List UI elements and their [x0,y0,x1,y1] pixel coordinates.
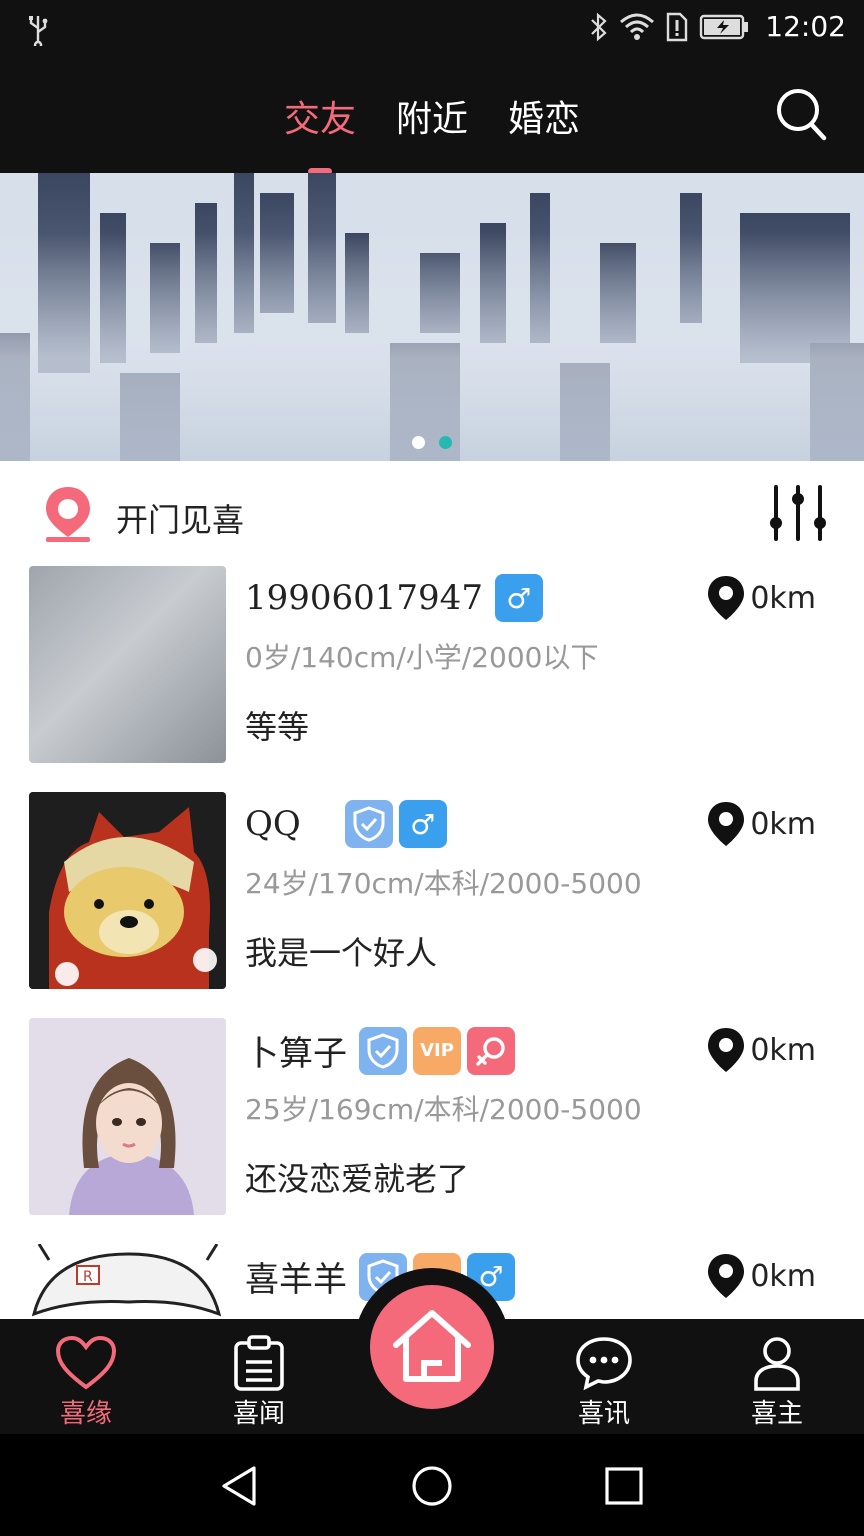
map-pin-icon [708,802,745,846]
nav-item-xixun[interactable]: 喜讯 [544,1319,664,1434]
user-bio: 还没恋爱就老了 [245,1160,470,1198]
heart-icon [55,1335,117,1390]
back-icon[interactable] [218,1464,262,1508]
distance: 0km [706,574,816,622]
carousel-indicator [0,436,864,449]
home-circle-icon[interactable] [410,1464,454,1508]
section-header: 开门见喜 [0,461,864,566]
battery-charging-icon [700,14,749,39]
bluetooth-icon [591,12,607,41]
distance: 0km [706,800,816,848]
distance-text: 0km [750,1032,816,1068]
user-card[interactable]: 19906017947 ♂ 0岁/140cm/小学/2000以下 等等 0km [0,566,864,792]
wifi-icon [620,13,655,40]
user-list: 19906017947 ♂ 0岁/140cm/小学/2000以下 等等 0km [0,566,864,1319]
home-icon [393,1310,471,1382]
girl-portrait-avatar [29,1018,226,1215]
distance-text: 0km [750,806,816,842]
male-icon: ♂ [494,574,543,622]
name-row: 卜算子 VIP [245,1026,515,1075]
location-pin-icon [46,487,90,542]
map-pin-icon [708,1254,745,1298]
user-card[interactable]: 卜算子 VIP 25岁/169cm/本科/2000-5000 还没恋爱就老了 0… [0,1018,864,1244]
verified-shield-icon [344,800,393,848]
nav-label: 喜主 [750,1399,803,1429]
clipboard-icon [234,1335,284,1391]
sim-alert-icon [667,12,688,41]
female-icon [467,1026,515,1075]
section-title: 开门见喜 [116,501,245,539]
sliders-icon[interactable] [768,483,828,543]
user-bio: 等等 [245,708,310,746]
user-bio: 我是一个好人 [245,934,438,972]
user-name: 卜算子 [245,1034,347,1074]
nav-label: 喜讯 [577,1399,630,1429]
user-name: 喜羊羊 [245,1260,347,1300]
user-name: QQ [245,804,301,844]
system-nav-bar [0,1434,864,1536]
banner-carousel[interactable] [0,173,864,461]
recents-icon[interactable] [602,1464,646,1508]
cartoon-cap-avatar: R [29,1244,226,1319]
map-pin-icon [708,1028,745,1072]
name-row: QQ ♂ [245,800,447,848]
top-nav: 交友 附近 婚恋 [0,60,864,175]
city-fog-image [0,173,864,461]
user-stats: 24岁/170cm/本科/2000-5000 [245,867,642,900]
nav-item-xiwen[interactable]: 喜闻 [199,1319,319,1434]
cartoon-dog-avatar [29,792,226,989]
clock: 12:02 [765,10,846,43]
user-stats: 0岁/140cm/小学/2000以下 [245,641,599,674]
avatar[interactable] [29,566,226,763]
vip-badge: VIP [413,1026,461,1075]
distance: 0km [706,1252,816,1300]
tab-marriage[interactable]: 婚恋 [508,90,580,142]
nav-label: 喜缘 [59,1399,112,1429]
user-card[interactable]: QQ ♂ 24岁/170cm/本科/2000-5000 我是一个好人 0km [0,792,864,1018]
name-row: 19906017947 ♂ [245,574,543,622]
home-button[interactable] [370,1285,494,1409]
distance-text: 0km [750,580,816,616]
tab-friends[interactable]: 交友 [284,90,356,175]
chat-bubble-icon [576,1337,632,1391]
tab-nearby[interactable]: 附近 [396,90,468,142]
avatar[interactable] [29,792,226,989]
nav-item-xiyuan[interactable]: 喜缘 [26,1319,146,1434]
distance: 0km [706,1026,816,1074]
status-bar: 12:02 [0,0,864,60]
tab-bar: 交友 附近 婚恋 [0,90,864,175]
nav-item-xizhu[interactable]: 喜主 [717,1319,837,1434]
user-name: 19906017947 [245,578,483,618]
user-icon [754,1337,800,1391]
usb-icon [29,16,48,46]
distance-text: 0km [750,1258,816,1294]
male-icon: ♂ [398,800,447,848]
map-pin-icon [708,576,745,620]
avatar[interactable] [29,1018,226,1215]
nav-label: 喜闻 [232,1399,285,1429]
carousel-dot[interactable] [412,436,425,449]
carousel-dot-active[interactable] [439,436,452,449]
svg-text:R: R [83,1269,93,1285]
search-icon[interactable] [776,88,828,142]
user-stats: 25岁/169cm/本科/2000-5000 [245,1093,642,1126]
verified-shield-icon [359,1026,407,1075]
avatar[interactable]: R [29,1244,226,1319]
